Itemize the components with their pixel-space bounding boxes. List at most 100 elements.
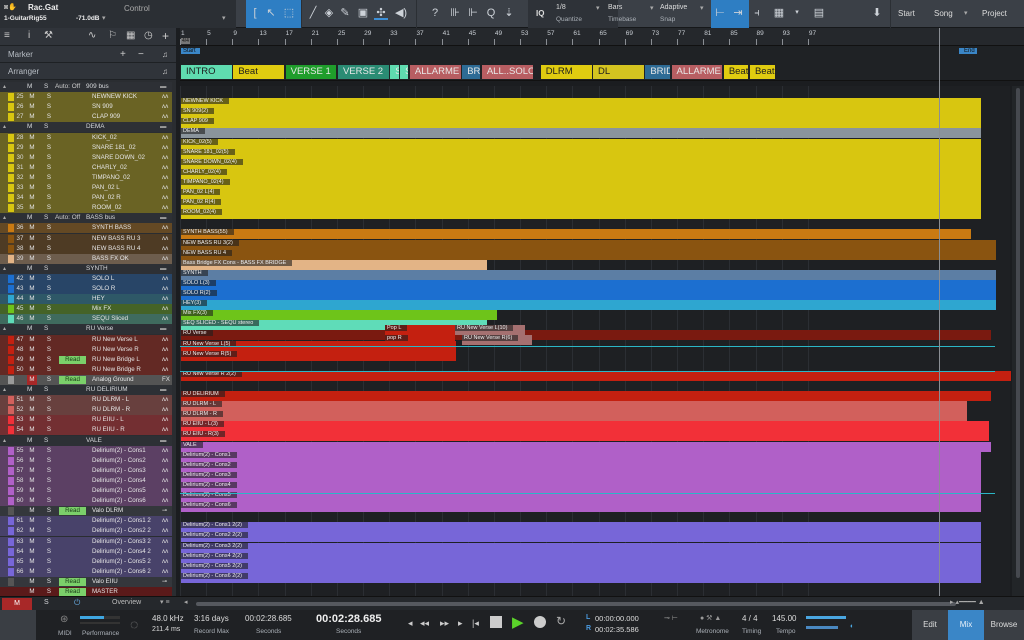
track-header[interactable]: 62 M S Delirium(2) - Cons2 2 ᴧᴧ (0, 526, 172, 537)
return-to-zero-icon[interactable]: |◂ (472, 618, 479, 629)
mute-button[interactable]: M (27, 345, 37, 355)
level-readout[interactable]: -71.0dB (76, 15, 99, 22)
mix-view-button[interactable]: Mix (948, 610, 984, 640)
clip[interactable]: Delirium(2) - Cons6 2(2) (181, 572, 981, 583)
track-header[interactable]: 47 M S RU New Verse L ᴧᴧ (0, 334, 172, 345)
clip[interactable]: Delirium(2) - Cons6 (181, 502, 981, 513)
solo-button[interactable]: S (44, 335, 54, 345)
solo-button[interactable]: S (44, 395, 54, 405)
folder-icon[interactable]: ▬ (160, 324, 166, 334)
mute-button[interactable]: M (27, 213, 32, 223)
track-header[interactable]: 42 M S SOLO L ᴧᴧ (0, 273, 172, 284)
track-header[interactable]: 55 M S Delirium(2) - Cons1 ᴧᴧ (0, 445, 172, 456)
mute-button[interactable]: M (27, 476, 37, 486)
automation-icon[interactable]: ⊸ (162, 577, 167, 587)
clip[interactable]: Delirium(2) - Cons5 2(2) (181, 562, 981, 573)
waveform-icon[interactable]: ᴧᴧ (162, 537, 168, 547)
mute-button[interactable]: M (27, 365, 37, 375)
add-track-icon[interactable]: + (162, 29, 169, 43)
marker-track[interactable]: Start End (180, 46, 1024, 63)
track-header[interactable]: 66 M S Delirium(2) - Cons6 2 ᴧᴧ (0, 566, 172, 577)
bracket-icon[interactable]: [ (248, 6, 262, 20)
waveform-icon[interactable]: ᴧᴧ (162, 183, 168, 193)
folder-tracks-icon[interactable]: ▦ (126, 30, 135, 41)
clip[interactable]: PAN_02 R(4) (181, 199, 981, 210)
solo-button[interactable]: S (44, 456, 54, 466)
clip[interactable]: CHARLY_02(4) (181, 168, 981, 179)
arranger-track[interactable]: INTROBeatVERSE 1VERSE 2SISIALLARMEBRIDGE… (180, 63, 1024, 81)
solo-button[interactable]: S (44, 577, 54, 587)
groove-icon[interactable]: ⇣ (502, 6, 516, 20)
folder-track-header[interactable]: ▴ M S SYNTH ▬ (0, 263, 172, 274)
clip[interactable]: VALE (181, 441, 991, 452)
solo-button[interactable]: S (44, 526, 54, 536)
timebase-dropdown-icon[interactable]: ▾ (650, 4, 654, 12)
clip[interactable]: RU EIIU - L(3) (181, 421, 989, 432)
folder-icon[interactable]: ▬ (160, 213, 166, 223)
clip[interactable]: NEW BASS RU 3(2) (181, 239, 996, 250)
loop-right-time[interactable]: 00:02:35.586 (595, 625, 639, 634)
track-header[interactable]: 52 M S RU DLRM - R ᴧᴧ (0, 405, 172, 416)
track-header[interactable]: 35 M S ROOM_02 ᴧᴧ (0, 203, 172, 214)
clip[interactable]: HEY(3) (181, 300, 996, 311)
start-marker[interactable]: Start (181, 48, 200, 54)
clip[interactable]: RU DLRM - R (181, 411, 967, 422)
snap-select[interactable]: Adaptive (660, 4, 687, 11)
track-header[interactable]: 28 M S KICK_02 ᴧᴧ (0, 132, 172, 143)
help-icon[interactable]: ? (428, 6, 442, 20)
clip[interactable]: SNARE 181_02(5) (181, 148, 981, 159)
track-header[interactable]: 30 M S SNARE DOWN_02 ᴧᴧ (0, 152, 172, 163)
waveform-icon[interactable]: ᴧᴧ (162, 294, 168, 304)
rewind-icon[interactable]: ◂◂ (420, 618, 429, 629)
track-header[interactable]: 51 M S RU DLRM - L ᴧᴧ (0, 395, 172, 406)
clip[interactable]: RU New Verse R(5) (181, 350, 456, 361)
mute-button[interactable]: M (27, 112, 37, 122)
loop-button[interactable]: ↻ (556, 614, 566, 628)
track-header[interactable]: 31 M S CHARLY_02 ᴧᴧ (0, 162, 172, 173)
track-header[interactable]: M S Read Analog Ground FX (0, 374, 172, 385)
waveform-icon[interactable]: ᴧᴧ (162, 304, 168, 314)
solo-button[interactable]: S (44, 466, 54, 476)
track-color-swatch[interactable] (8, 588, 14, 596)
mute-button[interactable]: M (27, 294, 37, 304)
video-icon[interactable]: ▤ (812, 6, 826, 20)
quantize-select[interactable]: 1/8 (556, 4, 566, 11)
solo-button[interactable]: S (44, 234, 54, 244)
download-icon[interactable]: ⬇ (870, 6, 884, 20)
solo-button[interactable]: S (44, 405, 54, 415)
expand-icon[interactable]: ▴ (3, 213, 6, 223)
menu-icon[interactable]: ≡ (4, 30, 10, 41)
arranger-track-header[interactable]: Arranger ♫ (0, 63, 176, 80)
range-tool-icon[interactable]: ⬚ (282, 6, 296, 20)
arranger-section[interactable]: DLRM (540, 65, 592, 79)
metronome-icons[interactable]: ● ⚒ ▲ (700, 614, 721, 622)
fx-icon[interactable]: FX (162, 375, 170, 385)
clip[interactable]: SOLO R(2) (181, 290, 996, 300)
folder-icon[interactable]: ▬ (160, 385, 166, 395)
solo-button[interactable]: S (44, 223, 54, 233)
project-page-button[interactable]: Project (982, 9, 1007, 18)
arranger-section[interactable]: VERSE 2 (337, 65, 389, 79)
folder-track-header[interactable]: ▴ M S DEMA ▬ (0, 122, 172, 133)
track-header[interactable]: 64 M S Delirium(2) - Cons4 2 ᴧᴧ (0, 546, 172, 557)
zoom-slider[interactable]: ▸ ▴━━━━ ▲ (950, 598, 985, 606)
waveform-icon[interactable]: ᴧᴧ (162, 143, 168, 153)
mute-button[interactable]: M (27, 193, 37, 203)
vertical-scroll-thumb[interactable] (1016, 88, 1020, 578)
track-header[interactable]: 29 M S SNARE 181_02 ᴧᴧ (0, 142, 172, 153)
clip[interactable]: SYNTH BASS(55) (181, 229, 971, 240)
mute-button[interactable]: M (27, 153, 37, 163)
solo-button[interactable]: S (44, 516, 54, 526)
marker-note-icon[interactable]: ♫ (162, 46, 168, 63)
mute-button[interactable]: M (27, 557, 37, 567)
solo-button[interactable]: S (44, 567, 54, 577)
clip[interactable]: RU EIIU - R(3) (181, 431, 989, 442)
info-icon[interactable]: i (28, 30, 30, 41)
track-header[interactable]: 32 M S TIMPANO_02 ᴧᴧ (0, 172, 172, 183)
mute-button[interactable]: M (27, 355, 37, 365)
clip[interactable]: Delirium(2) - Cons2 2(2) (181, 532, 981, 543)
waveform-icon[interactable]: ᴧᴧ (162, 163, 168, 173)
waveform-icon[interactable]: ᴧᴧ (162, 547, 168, 557)
add-marker-icon[interactable]: + (120, 46, 126, 63)
mute-button[interactable]: M (27, 324, 32, 334)
